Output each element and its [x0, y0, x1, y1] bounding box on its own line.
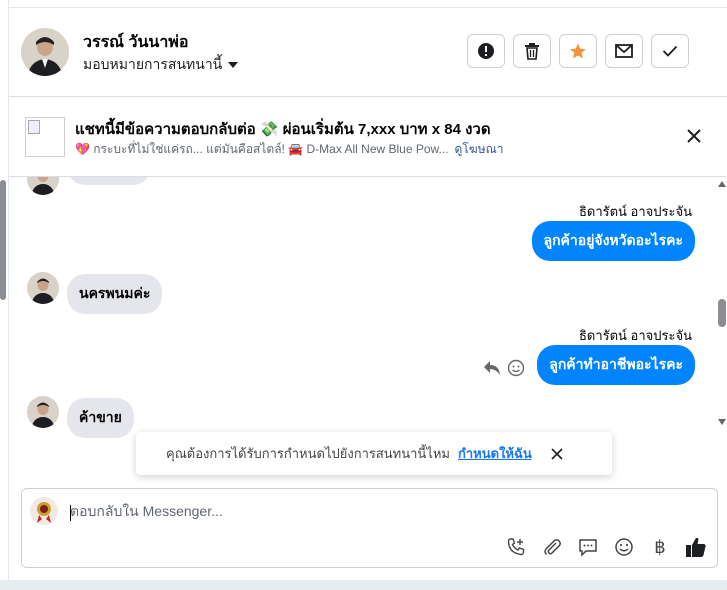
assign-label: มอบหมายการสนทนานี้ — [83, 56, 223, 72]
reply-input[interactable] — [70, 503, 670, 519]
thumbs-up-icon — [686, 537, 706, 557]
thread-scrollbar[interactable] — [717, 177, 727, 427]
header-actions — [467, 34, 689, 68]
assign-prompt-text: คุณต้องการได้รับการกำหนดไปยังการสนทนานี้… — [166, 446, 450, 461]
chevron-down-icon — [228, 62, 239, 68]
ad-thumbnail-image[interactable] — [25, 117, 65, 157]
composer-toolbar: ฿ — [504, 535, 708, 559]
reply-icon[interactable] — [483, 360, 501, 376]
reply-composer: ฿ — [21, 488, 718, 568]
assign-to-me-link[interactable]: กำหนดให้ฉัน — [458, 443, 532, 464]
outgoing-message-bubble[interactable]: ลูกค้าทำอาชีพอะไรคะ — [537, 345, 695, 385]
like-button[interactable] — [684, 535, 708, 559]
react-emoji-icon[interactable] — [507, 359, 525, 377]
outgoing-message-bubble[interactable]: ลูกค้าอยู่จังหวัดอะไรคะ — [531, 221, 695, 261]
phone-plus-icon — [507, 538, 525, 556]
ad-subtitle: 💖 กระบะที่ไม่ใช่แค่รถ... แต่มันคือสไตล์!… — [75, 142, 449, 156]
ad-context-banner: แชทนี้มีข้อความตอบกลับต่อ 💸 ผ่อนเริ่มต้น… — [9, 97, 727, 177]
chat-bubble-icon — [579, 539, 597, 557]
view-ad-link[interactable]: ดูโฆษณา — [455, 142, 504, 156]
contact-name: วรรณ์ วันนาพ่อ — [83, 34, 189, 51]
payment-button[interactable]: ฿ — [648, 535, 672, 559]
saved-replies-button[interactable] — [576, 535, 600, 559]
exclamation-circle-icon — [478, 43, 494, 59]
bottom-edge — [0, 580, 727, 590]
message-sender-name: ธิดารัตน์ อาจประจัน — [578, 328, 692, 343]
conversation-header: วรรณ์ วันนาพ่อ มอบหมายการสนทนานี้ — [9, 8, 727, 97]
left-panel-edge — [0, 0, 9, 590]
star-icon — [570, 43, 586, 59]
smiley-icon — [615, 538, 633, 556]
emoji-button[interactable] — [612, 535, 636, 559]
message-sender-name: ธิดารัตน์ อาจประจัน — [578, 204, 692, 219]
call-button[interactable] — [504, 535, 528, 559]
contact-avatar[interactable] — [21, 28, 69, 76]
scrollbar-thumb[interactable] — [718, 299, 726, 327]
attach-button[interactable] — [540, 535, 564, 559]
paperclip-icon — [544, 539, 561, 556]
close-icon[interactable] — [685, 127, 703, 145]
incoming-message-bubble[interactable] — [67, 177, 151, 185]
contact-avatar-small — [27, 396, 59, 428]
assign-conversation-dropdown[interactable]: มอบหมายการสนทนานี้ — [83, 54, 239, 76]
checkmark-icon — [662, 45, 678, 57]
ad-subtitle-row: 💖 กระบะที่ไม่ใช่แค่รถ... แต่มันคือสไตล์!… — [75, 140, 503, 159]
left-scrollbar-thumb[interactable] — [0, 180, 6, 300]
page-avatar — [30, 497, 58, 525]
scroll-up-arrow-icon[interactable] — [718, 181, 726, 187]
star-button[interactable] — [559, 34, 597, 68]
incoming-message-bubble[interactable]: ค้าขาย — [67, 398, 134, 438]
trash-icon — [525, 43, 539, 60]
close-icon[interactable] — [550, 447, 564, 461]
scroll-down-arrow-icon[interactable] — [718, 419, 726, 425]
contact-avatar-small — [27, 272, 59, 304]
report-button[interactable] — [467, 34, 505, 68]
baht-icon: ฿ — [654, 536, 666, 557]
incoming-message-bubble[interactable]: นครพนมค่ะ — [67, 274, 163, 314]
delete-button[interactable] — [513, 34, 551, 68]
mark-unread-button[interactable] — [605, 34, 643, 68]
ad-title: แชทนี้มีข้อความตอบกลับต่อ 💸 ผ่อนเริ่มต้น… — [75, 121, 491, 138]
mark-done-button[interactable] — [651, 34, 689, 68]
envelope-icon — [615, 44, 633, 58]
contact-avatar-small — [27, 177, 59, 195]
assign-prompt-toast: คุณต้องการได้รับการกำหนดไปยังการสนทนานี้… — [136, 432, 612, 475]
